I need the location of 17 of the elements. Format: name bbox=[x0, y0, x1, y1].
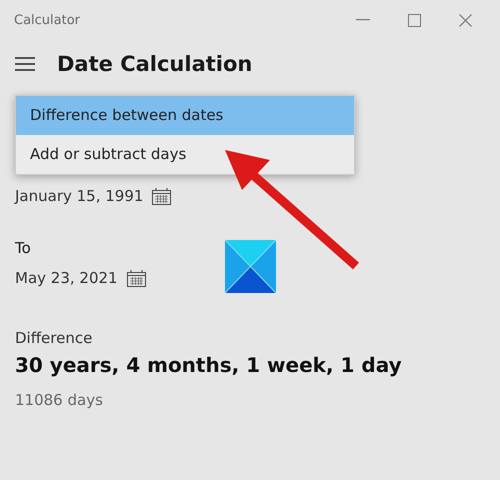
to-date[interactable]: May 23, 2021 bbox=[15, 269, 118, 287]
page-title: Date Calculation bbox=[57, 52, 252, 76]
menu-item[interactable]: Add or subtract days bbox=[16, 135, 354, 174]
window-title: Calculator bbox=[14, 12, 80, 28]
windows-logo-icon bbox=[225, 240, 276, 293]
close-icon[interactable] bbox=[459, 14, 472, 26]
menu-item[interactable]: Difference between dates bbox=[16, 96, 354, 135]
maximize-icon[interactable] bbox=[408, 14, 421, 26]
difference-result: 30 years, 4 months, 1 week, 1 day bbox=[15, 353, 402, 377]
days-count: 11086 days bbox=[15, 391, 103, 409]
calendar-icon[interactable] bbox=[152, 188, 172, 204]
difference-label: Difference bbox=[15, 329, 92, 347]
from-date[interactable]: January 15, 1991 bbox=[15, 187, 144, 205]
to-label: To bbox=[15, 239, 31, 257]
calendar-icon[interactable] bbox=[126, 270, 146, 286]
minimize-icon[interactable] bbox=[356, 19, 370, 21]
menu-icon[interactable] bbox=[15, 57, 35, 71]
